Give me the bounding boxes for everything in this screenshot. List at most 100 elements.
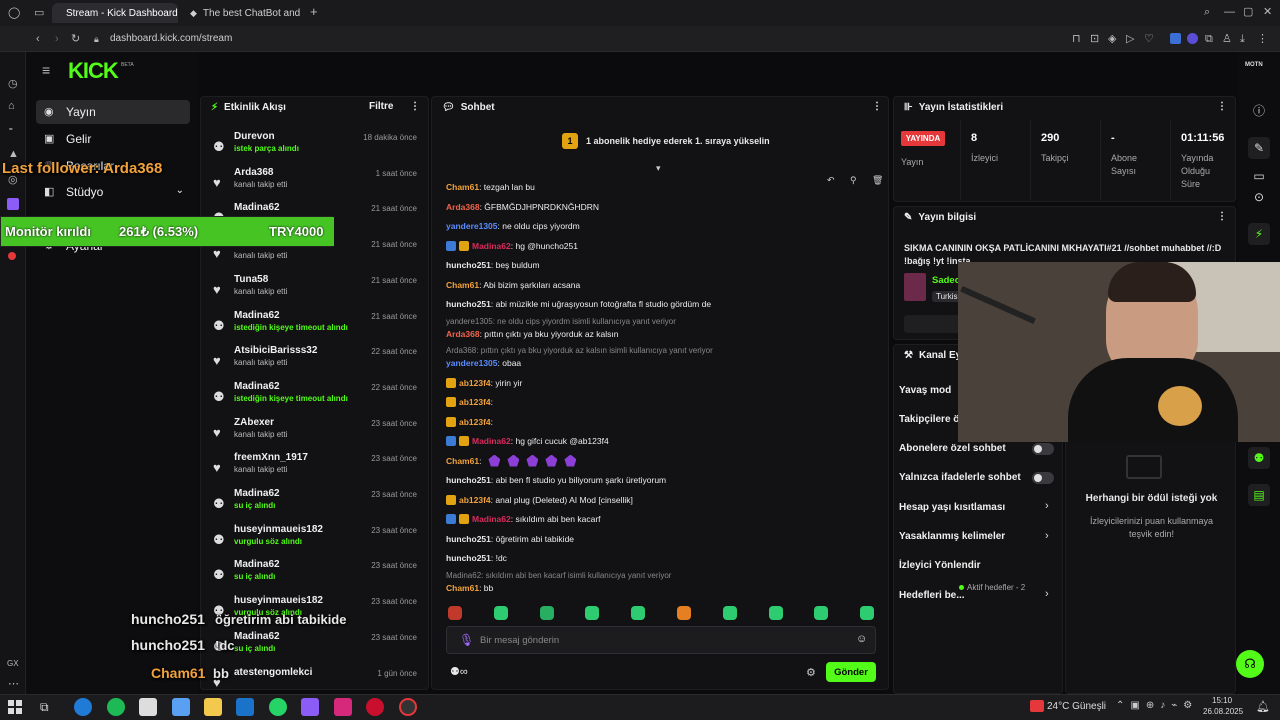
activity-username[interactable]: huseyinmaueis182 [234, 595, 323, 606]
sidebar-triangle-icon[interactable]: ▲ [8, 148, 19, 160]
profile-icon[interactable]: ♙ [1222, 33, 1232, 45]
spotify-icon[interactable] [107, 698, 125, 716]
activity-username[interactable]: Madina62 [234, 559, 280, 570]
chat-message[interactable]: huncho251: !dc [446, 550, 886, 566]
activity-item[interactable]: ♥ ZAbexer kanalı takip etti 23 saat önce [201, 417, 421, 453]
channel-action-item[interactable]: Yalnızca ifadelerle sohbet [899, 468, 1021, 488]
channel-action-item[interactable]: Hedefleri be... [899, 585, 965, 605]
category-name[interactable]: Sadec [932, 275, 960, 286]
activity-username[interactable]: ZAbexer [234, 417, 274, 428]
edit-icon[interactable]: ✎ [1248, 137, 1270, 159]
activity-username[interactable]: Durevon [234, 131, 275, 142]
channel-action-item[interactable]: Yavaş mod [899, 380, 951, 400]
chat-input[interactable]: 🎙︎ Bir mesaj gönderin ☺ [446, 626, 876, 654]
play-icon[interactable]: ▷ [1126, 33, 1134, 45]
notification-icon[interactable]: 🔔︎ [1256, 700, 1270, 713]
chat-message[interactable]: ab123f4: anal plug (Deleted) AI Mod [cin… [446, 492, 886, 508]
edit-stream-button[interactable] [904, 315, 964, 333]
sidebar-camera-icon[interactable]: ⌂ [8, 100, 15, 112]
activity-username[interactable]: Madina62 [234, 488, 280, 499]
chat-username[interactable]: Arda368 [446, 329, 480, 339]
activity-username[interactable]: atestengomlekci [234, 667, 312, 678]
chat-username[interactable]: huncho251 [446, 534, 491, 544]
activity-item[interactable]: ⚉ Madina62 istediğin kişeye timeout alındı… [201, 381, 421, 417]
sidebar-more-icon[interactable]: ⋯ [8, 678, 19, 690]
outlook-icon[interactable] [236, 698, 254, 716]
puzzle-icon[interactable]: ⧉ [1205, 33, 1213, 45]
activity-item[interactable]: ♥ Tuna58 kanalı takip etti 21 saat önce [201, 274, 421, 310]
minimize-icon[interactable]: — [1224, 6, 1235, 18]
chat-message[interactable]: Cham61: Abi bizim şarkıları acsana [446, 277, 886, 293]
chevron-right-icon[interactable]: › [1045, 500, 1049, 512]
chat-username[interactable]: huncho251 [446, 553, 491, 563]
edge-icon[interactable] [74, 698, 92, 716]
filter-button[interactable]: Filtre [369, 101, 393, 112]
copilot-icon[interactable] [172, 698, 190, 716]
extension-icon[interactable]: ⊓ [1072, 33, 1081, 45]
chat-message[interactable]: yandere1305: obaa [446, 355, 886, 371]
chat-message[interactable]: Madina62: hg gifci cucuk @ab123f4 [446, 433, 886, 449]
url-field[interactable]: dashboard.kick.com/stream [110, 33, 232, 44]
chat-username[interactable]: yandere1305 [446, 221, 498, 231]
activity-username[interactable]: Madina62 [234, 381, 280, 392]
clock-time[interactable]: 15:10 [1212, 696, 1232, 705]
support-chat-button[interactable]: ☊ [1236, 650, 1264, 678]
activity-item[interactable]: ⚉ Madina62 su iç alındı 23 saat önce [201, 559, 421, 595]
activity-item[interactable]: ♥ AtsibiciBarisss32 kanalı takip etti 22 sa… [201, 345, 421, 381]
activity-username[interactable]: Madina62 [234, 310, 280, 321]
chat-username[interactable]: Arda368 [446, 202, 480, 212]
mod-tool-icon[interactable]: ⚉ [1248, 447, 1270, 469]
system-tray-icons[interactable]: ⌃▣⊕♪⌁⚙ [1116, 700, 1198, 711]
emote-shortcut-icon[interactable] [814, 606, 829, 620]
chat-username[interactable]: huncho251 [446, 260, 491, 270]
chat-username[interactable]: Cham61 [446, 583, 479, 593]
chat-username[interactable]: Madina62 [472, 436, 511, 446]
toggle-switch[interactable] [1032, 442, 1054, 455]
sidebar-youtube-icon[interactable] [8, 252, 16, 260]
activity-item[interactable]: ⚉ huseyinmaueis182 vurgulu söz alındı 23 sa… [201, 524, 421, 560]
chat-username[interactable]: ab123f4 [459, 495, 491, 505]
chat-message[interactable]: Arda368: ĞFBMĞDJHPNRDKNĞHDRN [446, 199, 886, 215]
close-icon[interactable]: ✕ [1263, 6, 1272, 18]
send-button[interactable]: Gönder [826, 662, 876, 682]
new-tab-button[interactable]: + [310, 5, 318, 18]
activity-username[interactable]: Madina62 [234, 202, 280, 213]
chat-message[interactable]: Arda368: pıttın çıktı ya bku yiyorduk az… [446, 326, 886, 342]
chat-username[interactable]: Cham61 [446, 182, 479, 192]
activity-item[interactable]: ⚉ Durevon istek parça alındı 18 dakika önce [201, 131, 421, 167]
nav-item-studyo[interactable]: ◧ Stüdyo ⌄ [36, 180, 190, 204]
screenshot-icon[interactable]: ⊡ [1090, 33, 1099, 45]
forward-icon[interactable]: › [55, 33, 59, 45]
emote-shortcut-icon[interactable] [722, 606, 737, 620]
nav-item-gelir[interactable]: ▣ Gelir [36, 127, 190, 151]
reload-icon[interactable]: ↻ [71, 33, 80, 45]
clip-tool-icon[interactable]: ▤ [1248, 484, 1270, 506]
activity-username[interactable]: Arda368 [234, 167, 273, 178]
info-icon[interactable]: ⓘ [1248, 99, 1270, 121]
hamburger-menu-icon[interactable]: ≡ [42, 63, 50, 77]
translate-extension-icon[interactable] [1170, 33, 1181, 44]
tab-kick-dashboard[interactable]: Stream - Kick Dashboard [52, 3, 178, 23]
sidebar-history-icon[interactable]: ◷ [8, 78, 18, 90]
camera-icon[interactable]: ⊙ [1248, 186, 1270, 208]
lightning-tool-icon[interactable]: ⚡︎ [1248, 223, 1270, 245]
file-explorer-icon[interactable] [204, 698, 222, 716]
chat-username[interactable]: yandere1305 [446, 358, 498, 368]
subscription-goal-banner[interactable]: 1 1 abonelik hediye ederek 1. sıraya yük… [562, 133, 770, 149]
chat-message[interactable]: Cham61: bb [446, 580, 886, 596]
chevron-right-icon[interactable]: › [1045, 588, 1049, 600]
obs-icon[interactable] [399, 698, 417, 716]
activity-menu-icon[interactable]: ⋮ [410, 101, 420, 112]
sidebar-kick-icon[interactable]: ⁃ [8, 124, 14, 136]
emote-shortcut-icon[interactable] [539, 606, 554, 620]
chat-message[interactable]: huncho251: abi müzikle mi uğraşıyosun fo… [446, 296, 886, 312]
chat-username[interactable]: huncho251 [446, 475, 491, 485]
chat-popout-icon[interactable]: ▭ [1248, 165, 1270, 187]
points-icon[interactable]: ⚉∞ [450, 665, 468, 678]
shield-icon[interactable]: ◈ [1108, 33, 1116, 45]
sidebar-twitch-icon[interactable] [7, 198, 19, 210]
activity-username[interactable]: AtsibiciBarisss32 [234, 345, 317, 356]
activity-item[interactable]: ♥ freemXnn_1917 kanalı takip etti 23 saat ö… [201, 452, 421, 488]
chat-message[interactable]: huncho251: abi ben fl studio yu biliyoru… [446, 472, 886, 488]
emote-shortcut-icon[interactable] [860, 606, 875, 620]
